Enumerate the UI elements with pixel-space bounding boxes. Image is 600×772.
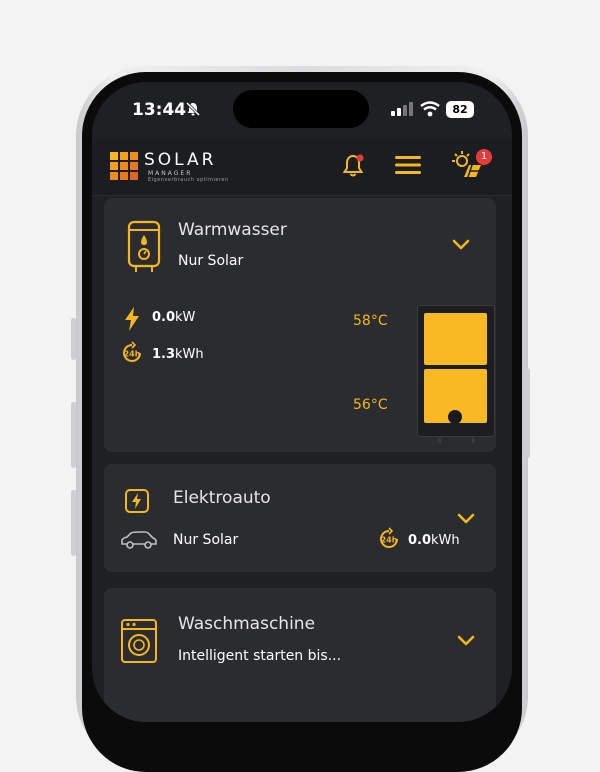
daily-24h-icon: 24h [123,341,141,362]
tank-top-section [424,313,487,365]
temperature-bottom: 56°C [353,397,388,413]
power-value: 0.0 [152,310,176,325]
app-screen: 13:44 82 SOLAR MANAGER Eigenverbrauch op… [92,82,512,722]
battery-indicator: 82 [446,101,474,118]
device-card-waschmaschine[interactable]: Waschmaschine Intelligent starten bis... [104,588,496,722]
status-bar: 13:44 82 [92,82,512,137]
tank-leg [438,438,441,443]
energy-metric: 1.3kWh [152,347,204,362]
tank-gauge [448,410,462,424]
chevron-down-icon[interactable] [451,238,471,252]
energy-value: 1.3 [152,347,176,362]
logo-title: SOLAR [144,150,217,170]
washing-machine-icon [121,619,157,663]
dynamic-island [233,90,369,128]
energy-value: 0.0 [408,533,432,548]
power-bolt-icon [125,307,139,331]
wifi-icon [420,101,440,117]
energy-metric: 0.0kWh [408,533,460,548]
status-time: 13:44 [132,100,187,120]
cellular-signal-icon [391,102,413,116]
svg-text:24h: 24h [381,536,398,545]
card-title: Waschmaschine [178,614,316,634]
svg-text:24h: 24h [124,350,141,359]
power-metric: 0.0kW [152,310,195,325]
notification-badge: 1 [476,149,492,165]
card-mode: Nur Solar [178,253,244,269]
logo-tagline: Eigenverbrauch optimieren [148,177,229,183]
notification-bell-icon[interactable] [340,153,366,179]
phone-side-button [71,490,76,556]
phone-power-button [525,368,530,458]
temperature-top: 58°C [353,313,388,329]
card-mode: Intelligent starten bis... [178,648,342,664]
chevron-down-icon[interactable] [456,512,476,526]
water-heater-icon [127,220,161,272]
card-title: Elektroauto [173,488,271,508]
phone-side-button [71,318,76,360]
car-icon [121,531,157,549]
card-title: Warmwasser [178,220,287,240]
app-header: SOLAR MANAGER Eigenverbrauch optimieren … [92,137,512,196]
energy-unit: kWh [431,533,460,548]
daily-24h-icon: 24h [380,527,398,548]
tank-leg [472,438,475,443]
logo-subtitle: MANAGER [148,170,193,177]
device-card-elektroauto[interactable]: Elektroauto Nur Solar 24h 0.0kWh [104,464,496,572]
menu-icon[interactable] [394,154,422,176]
boiler-tank-graphic [417,305,495,443]
battery-level: 82 [452,103,468,116]
silent-mode-icon [185,101,201,117]
solar-manager-logo-icon [110,152,138,180]
phone-side-button [71,402,76,468]
energy-unit: kWh [175,347,204,362]
chevron-down-icon[interactable] [456,634,476,648]
power-unit: kW [175,310,196,325]
ev-charger-icon [125,489,149,513]
device-card-warmwasser[interactable]: Warmwasser Nur Solar 0.0kW 24h 1.3kWh 58… [104,198,496,452]
card-mode: Nur Solar [173,532,239,548]
